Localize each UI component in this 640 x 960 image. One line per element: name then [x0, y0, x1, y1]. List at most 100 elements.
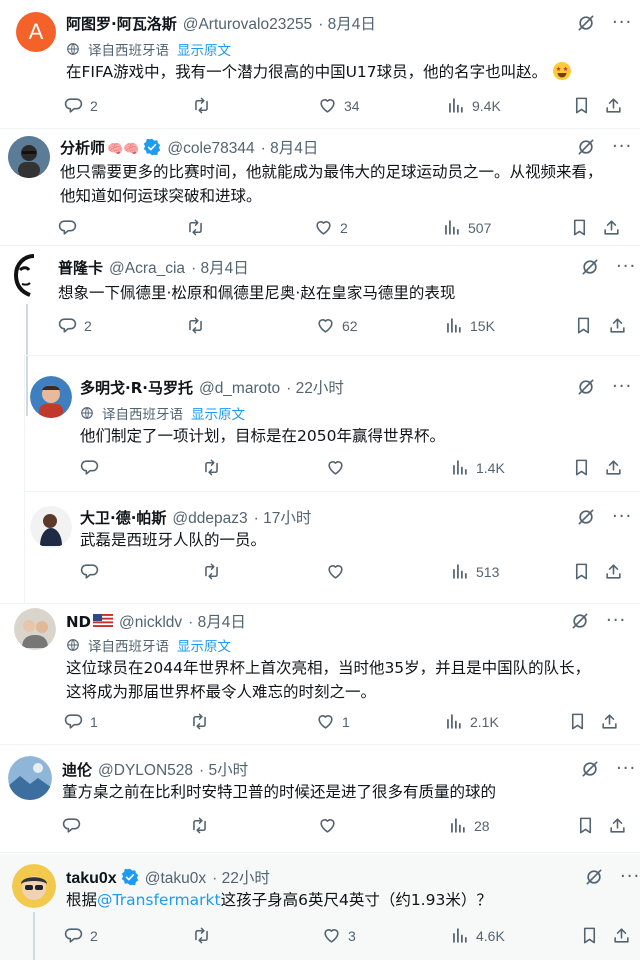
- user-handle[interactable]: @cole78344: [167, 140, 254, 158]
- show-original-link[interactable]: 显示原文: [177, 39, 231, 59]
- more-options-icon[interactable]: ···: [612, 13, 632, 33]
- grok-icon[interactable]: [580, 257, 600, 277]
- grok-icon[interactable]: [580, 759, 600, 779]
- show-original-link[interactable]: 显示原文: [191, 403, 245, 423]
- share-button[interactable]: [600, 712, 619, 731]
- bookmark-button[interactable]: [580, 926, 599, 945]
- avatar[interactable]: [12, 864, 56, 908]
- avatar[interactable]: A: [16, 12, 56, 52]
- bookmark-button[interactable]: [576, 816, 595, 835]
- user-handle[interactable]: @Acra_cia: [109, 260, 185, 278]
- bookmark-button[interactable]: [572, 458, 591, 477]
- display-name[interactable]: 普隆卡: [58, 257, 103, 278]
- retweet-button[interactable]: [202, 562, 221, 581]
- more-options-icon[interactable]: ···: [606, 611, 626, 631]
- avatar[interactable]: [14, 608, 56, 650]
- views-button[interactable]: 28: [448, 816, 490, 835]
- mention-link[interactable]: @Transfermarkt: [97, 891, 221, 909]
- retweet-button[interactable]: [190, 816, 209, 835]
- bookmark-button[interactable]: [568, 712, 587, 731]
- post-time[interactable]: · 8月4日: [318, 12, 376, 34]
- more-options-icon[interactable]: ···: [620, 867, 640, 887]
- share-button[interactable]: [604, 562, 623, 581]
- views-button[interactable]: 15K: [444, 316, 495, 335]
- views-button[interactable]: 513: [450, 562, 499, 581]
- avatar[interactable]: [8, 136, 50, 178]
- user-handle[interactable]: @taku0x: [145, 870, 206, 888]
- grok-icon[interactable]: [576, 377, 596, 397]
- post-time[interactable]: · 17小时: [254, 506, 312, 528]
- grok-icon[interactable]: [576, 137, 596, 157]
- views-button[interactable]: 507: [442, 218, 491, 237]
- post-time[interactable]: · 8月4日: [188, 610, 246, 632]
- grok-icon[interactable]: [576, 13, 596, 33]
- avatar[interactable]: [8, 756, 52, 800]
- display-name[interactable]: 阿图罗·阿瓦洛斯: [66, 13, 177, 34]
- retweet-button[interactable]: [186, 316, 205, 335]
- post-time[interactable]: · 22小时: [212, 866, 270, 888]
- share-button[interactable]: [612, 926, 631, 945]
- like-button[interactable]: 34: [318, 96, 360, 115]
- views-button[interactable]: 1.4K: [450, 458, 505, 477]
- like-button[interactable]: 3: [322, 926, 356, 945]
- share-button[interactable]: [602, 218, 621, 237]
- bookmark-button[interactable]: [574, 316, 593, 335]
- reply-button[interactable]: 2: [64, 96, 98, 115]
- display-name[interactable]: 多明戈·R·马罗托: [80, 377, 193, 398]
- avatar[interactable]: [30, 506, 72, 548]
- retweet-button[interactable]: [202, 458, 221, 477]
- post-time[interactable]: · 5小时: [199, 758, 248, 780]
- more-options-icon[interactable]: ···: [616, 759, 636, 779]
- display-name[interactable]: 大卫·德·帕斯: [80, 507, 166, 528]
- display-name[interactable]: ND: [66, 613, 91, 631]
- retweet-button[interactable]: [190, 712, 209, 731]
- user-handle[interactable]: @nickldv: [119, 614, 182, 632]
- like-button[interactable]: 1: [316, 712, 350, 731]
- grok-icon[interactable]: [584, 867, 604, 887]
- views-button[interactable]: 2.1K: [444, 712, 499, 731]
- user-handle[interactable]: @DYLON528: [98, 762, 193, 780]
- retweet-button[interactable]: [186, 218, 205, 237]
- reply-button[interactable]: [80, 458, 99, 477]
- post-time[interactable]: · 22小时: [286, 376, 344, 398]
- like-button[interactable]: [326, 458, 345, 477]
- display-name[interactable]: 迪伦: [62, 759, 92, 780]
- more-options-icon[interactable]: ···: [616, 257, 636, 277]
- reply-button[interactable]: 1: [64, 712, 98, 731]
- share-button[interactable]: [608, 816, 627, 835]
- bookmark-button[interactable]: [572, 562, 591, 581]
- user-handle[interactable]: @d_maroto: [199, 380, 280, 398]
- more-options-icon[interactable]: ···: [612, 507, 632, 527]
- avatar[interactable]: [4, 252, 50, 298]
- views-button[interactable]: 9.4K: [446, 96, 501, 115]
- grok-icon[interactable]: [576, 507, 596, 527]
- grok-icon[interactable]: [570, 611, 590, 631]
- reply-button[interactable]: [62, 816, 81, 835]
- reply-button[interactable]: [80, 562, 99, 581]
- reply-button[interactable]: [58, 218, 77, 237]
- share-button[interactable]: [604, 96, 623, 115]
- display-name[interactable]: taku0x: [66, 870, 117, 888]
- user-handle[interactable]: @Arturovalo23255: [183, 16, 312, 34]
- show-original-link[interactable]: 显示原文: [177, 635, 231, 655]
- more-options-icon[interactable]: ···: [612, 137, 632, 157]
- display-name[interactable]: 分析师: [60, 137, 105, 158]
- share-button[interactable]: [604, 458, 623, 477]
- retweet-button[interactable]: [192, 926, 211, 945]
- share-button[interactable]: [608, 316, 627, 335]
- post-time[interactable]: · 8月4日: [191, 256, 249, 278]
- views-button[interactable]: 4.6K: [450, 926, 505, 945]
- retweet-button[interactable]: [192, 96, 211, 115]
- like-button[interactable]: 62: [316, 316, 358, 335]
- avatar[interactable]: [30, 376, 72, 418]
- like-button[interactable]: [318, 816, 337, 835]
- more-options-icon[interactable]: ···: [612, 377, 632, 397]
- like-button[interactable]: [326, 562, 345, 581]
- post-time[interactable]: · 8月4日: [261, 136, 319, 158]
- user-handle[interactable]: @ddepaz3: [172, 510, 247, 528]
- reply-button[interactable]: 2: [64, 926, 98, 945]
- bookmark-button[interactable]: [572, 96, 591, 115]
- reply-button[interactable]: 2: [58, 316, 92, 335]
- like-button[interactable]: 2: [314, 218, 348, 237]
- bookmark-button[interactable]: [570, 218, 589, 237]
